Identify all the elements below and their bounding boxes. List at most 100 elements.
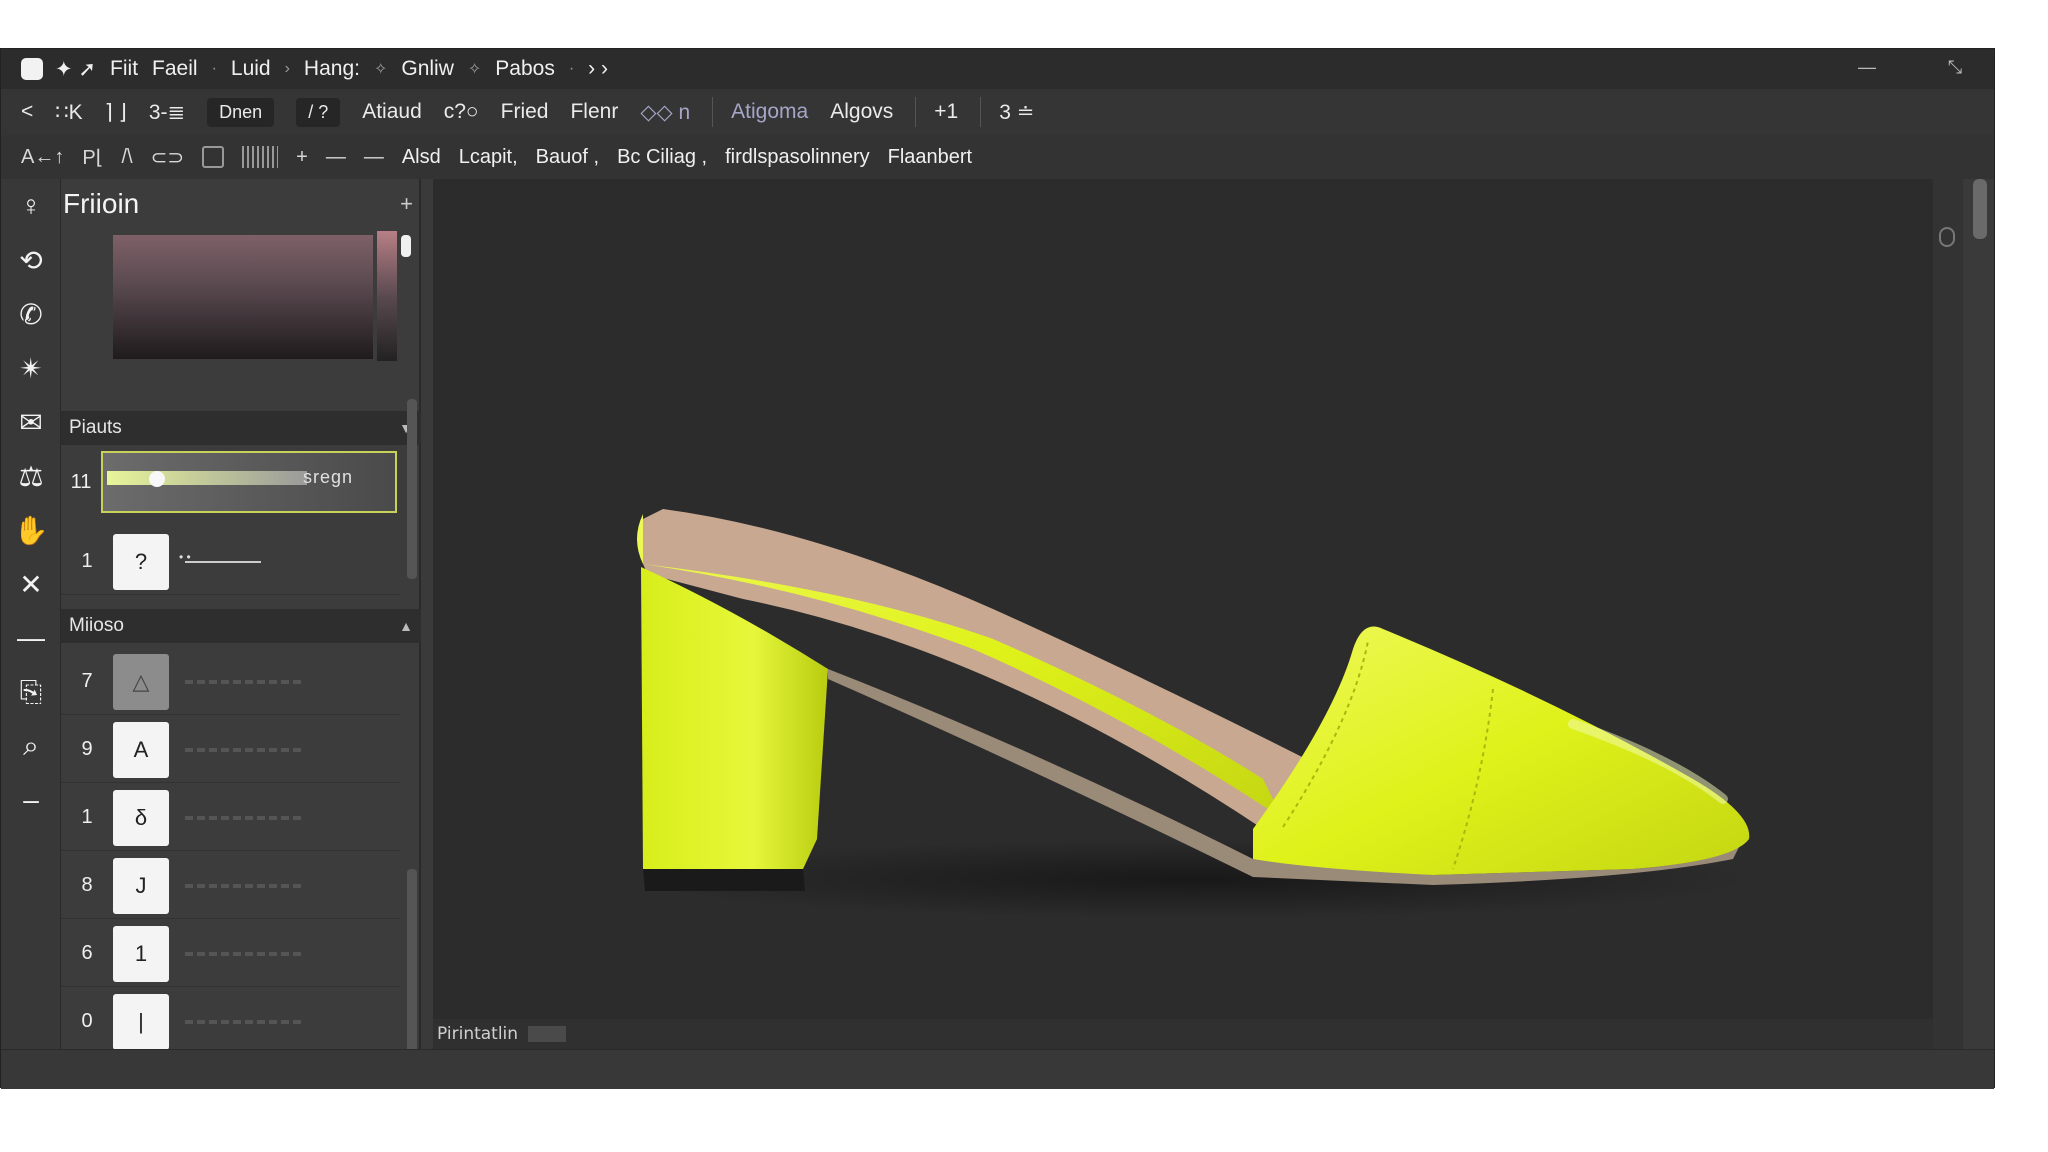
hue-slider[interactable] — [377, 231, 397, 361]
menu-item-fiit[interactable]: Fiit — [110, 57, 138, 81]
minus-icon[interactable]: — — [364, 146, 384, 169]
menu-item-hang[interactable]: Hang: — [304, 57, 360, 81]
vertical-scrollbar[interactable] — [1933, 179, 1963, 1049]
layers-scrollbar[interactable] — [407, 869, 417, 1079]
section-header-miioso[interactable]: Miioso ▲ — [61, 609, 421, 643]
toolbar-item-3[interactable]: 3-≣ — [149, 100, 185, 125]
heel-tip — [643, 869, 805, 891]
panel-scrollbar[interactable] — [407, 399, 417, 579]
options-bar: A←↑ P⌊ /\ ⊂⊃ + — — Alsd Lcapit, Bauof , … — [1, 135, 1994, 179]
paragraph-icon[interactable]: P⌊ — [82, 145, 103, 170]
layer-thumbnail[interactable]: △ — [113, 653, 169, 710]
document-canvas[interactable] — [433, 179, 1933, 1027]
toolbar-atiaud[interactable]: Atiaud — [362, 100, 422, 124]
brush-row[interactable]: 1 ? — [61, 529, 401, 595]
scroll-lock-icon[interactable] — [1939, 227, 1955, 247]
chevron-right-icon[interactable]: › › — [588, 57, 608, 81]
shoe-heel — [641, 567, 828, 869]
menu-item-gnliw[interactable]: Gnliw — [401, 57, 454, 81]
option-lcapit[interactable]: Lcapit, — [459, 146, 518, 169]
properties-panel: Friioin + Piauts ▼ 11 sregn 1 ? Miioso ▲ — [61, 179, 421, 1089]
section-title: Miioso — [69, 615, 124, 636]
option-alsd[interactable]: Alsd — [402, 146, 441, 169]
section-header-piauts[interactable]: Piauts ▼ — [61, 411, 421, 445]
minus-icon[interactable]: — — [326, 146, 346, 169]
toolbar-three-menu[interactable]: 3 ≐ — [999, 100, 1034, 125]
outer-scrollbar-thumb[interactable] — [1973, 179, 1987, 239]
toolbar-algovs[interactable]: Algovs — [830, 100, 893, 124]
option-bauof[interactable]: Bauof , — [536, 146, 599, 169]
toolbar-item-2[interactable]: ⌉ ⌋ — [105, 100, 127, 125]
link-icon[interactable]: ⊂⊃ — [151, 145, 185, 170]
canvas-footer-label: Pirintatlin — [437, 1024, 519, 1044]
divider-icon[interactable]: – — [1, 773, 61, 827]
minimize-button[interactable]: — — [1849, 57, 1885, 81]
layer-index: 1 — [81, 806, 93, 828]
slider-label: sregn — [303, 467, 354, 487]
editor-window: ✦ ➚ Fiit Faeil · Luid › Hang: ✧ Gnliw ✧ … — [0, 48, 1995, 1089]
lasso-icon[interactable]: ⟲ — [1, 233, 61, 287]
toolbar-item-1[interactable]: ∷K — [55, 100, 82, 125]
menu-item-pabos[interactable]: Pabos — [495, 57, 555, 81]
back-button[interactable]: < — [21, 100, 33, 124]
menu-separator: · — [211, 60, 217, 77]
stamp-icon[interactable]: ✉ — [1, 395, 61, 449]
layer-thumbnail[interactable]: A — [113, 721, 169, 778]
option-bc-ciliag[interactable]: Bc Ciliag , — [617, 146, 707, 169]
canvas-footer-chip[interactable] — [528, 1026, 567, 1042]
crossed-tools-icon[interactable]: ✕ — [1, 557, 61, 611]
layer-row[interactable]: 9A — [61, 717, 401, 783]
plus-icon[interactable]: + — [296, 146, 308, 169]
menu-item-luid[interactable]: Luid — [231, 57, 271, 81]
layer-index: 8 — [81, 874, 93, 896]
frame-icon[interactable] — [202, 146, 225, 168]
layer-thumbnail[interactable]: 1 — [113, 925, 169, 982]
toolbar-fried[interactable]: Fried — [501, 100, 549, 124]
whatsapp-icon[interactable]: ✆ — [1, 287, 61, 341]
option-flaanbert[interactable]: Flaanbert — [888, 146, 973, 169]
layer-row[interactable]: 61 — [61, 921, 401, 987]
layer-row[interactable]: 1δ — [61, 785, 401, 851]
layer-thumbnail[interactable]: J — [113, 857, 169, 914]
pattern-icon[interactable] — [242, 146, 279, 168]
row-index: 1 — [81, 550, 93, 572]
toolbar-dnen-button[interactable]: Dnen — [207, 97, 275, 127]
eyedropper-icon[interactable]: ⚖ — [1, 449, 61, 503]
option-firdlspasolinnery[interactable]: firdlspasolinnery — [725, 146, 870, 169]
minus-icon[interactable]: — — [1, 611, 61, 665]
toolbar-plus-one[interactable]: +1 — [934, 100, 958, 124]
layer-row[interactable]: 7 △ — [61, 649, 401, 715]
section-title: Piauts — [69, 417, 122, 438]
pin-icon[interactable]: ♀ — [1, 179, 61, 233]
add-icon[interactable]: + — [400, 191, 413, 217]
toolbar-flenr[interactable]: Flenr — [570, 100, 618, 124]
layer-thumbnail[interactable]: | — [113, 993, 169, 1050]
brush-size-line — [179, 550, 261, 564]
toolbar-diamond-icon[interactable]: ◇◇ n — [640, 100, 690, 125]
toolbar-atigoma[interactable]: Atigoma — [731, 100, 808, 124]
resize-button[interactable]: ⤡ — [1937, 57, 1973, 81]
layer-row[interactable]: 8J — [61, 853, 401, 919]
brush-thumbnail[interactable]: ? — [113, 533, 169, 590]
chevron-right-icon: › — [284, 60, 290, 77]
layer-index: 0 — [81, 1010, 93, 1032]
menu-item-faeil[interactable]: Faeil — [152, 57, 198, 81]
hand-icon[interactable]: ✋ — [1, 503, 61, 557]
layer-thumbnail[interactable]: δ — [113, 789, 169, 846]
strength-slider[interactable]: sregn — [101, 451, 397, 513]
layer-row[interactable]: 0 | — [61, 989, 401, 1055]
clipboard-icon[interactable]: ⎘ — [1, 665, 61, 719]
star-wand-icon[interactable]: ✴ — [1, 341, 61, 395]
toolbar-c-icon[interactable]: c?○ — [444, 100, 479, 124]
chevron-up-icon[interactable]: ▲ — [399, 618, 413, 634]
search-icon[interactable]: ⌕ — [1, 719, 61, 773]
menu-arrow-icon[interactable]: ✦ ➚ — [55, 57, 96, 82]
pen-icon[interactable]: /\ — [122, 146, 133, 169]
main-toolbar: < ∷K ⌉ ⌋ 3-≣ Dnen / ? Atiaud c?○ Fried F… — [1, 89, 1994, 135]
toolbar-slash-button[interactable]: / ? — [296, 97, 341, 127]
hue-slider-handle[interactable] — [401, 235, 411, 257]
text-tool-icon[interactable]: A←↑ — [21, 146, 64, 169]
slider-handle[interactable] — [149, 471, 165, 487]
color-picker-field[interactable] — [113, 235, 373, 359]
canvas-status-bar: Pirintatlin — [433, 1019, 1933, 1049]
